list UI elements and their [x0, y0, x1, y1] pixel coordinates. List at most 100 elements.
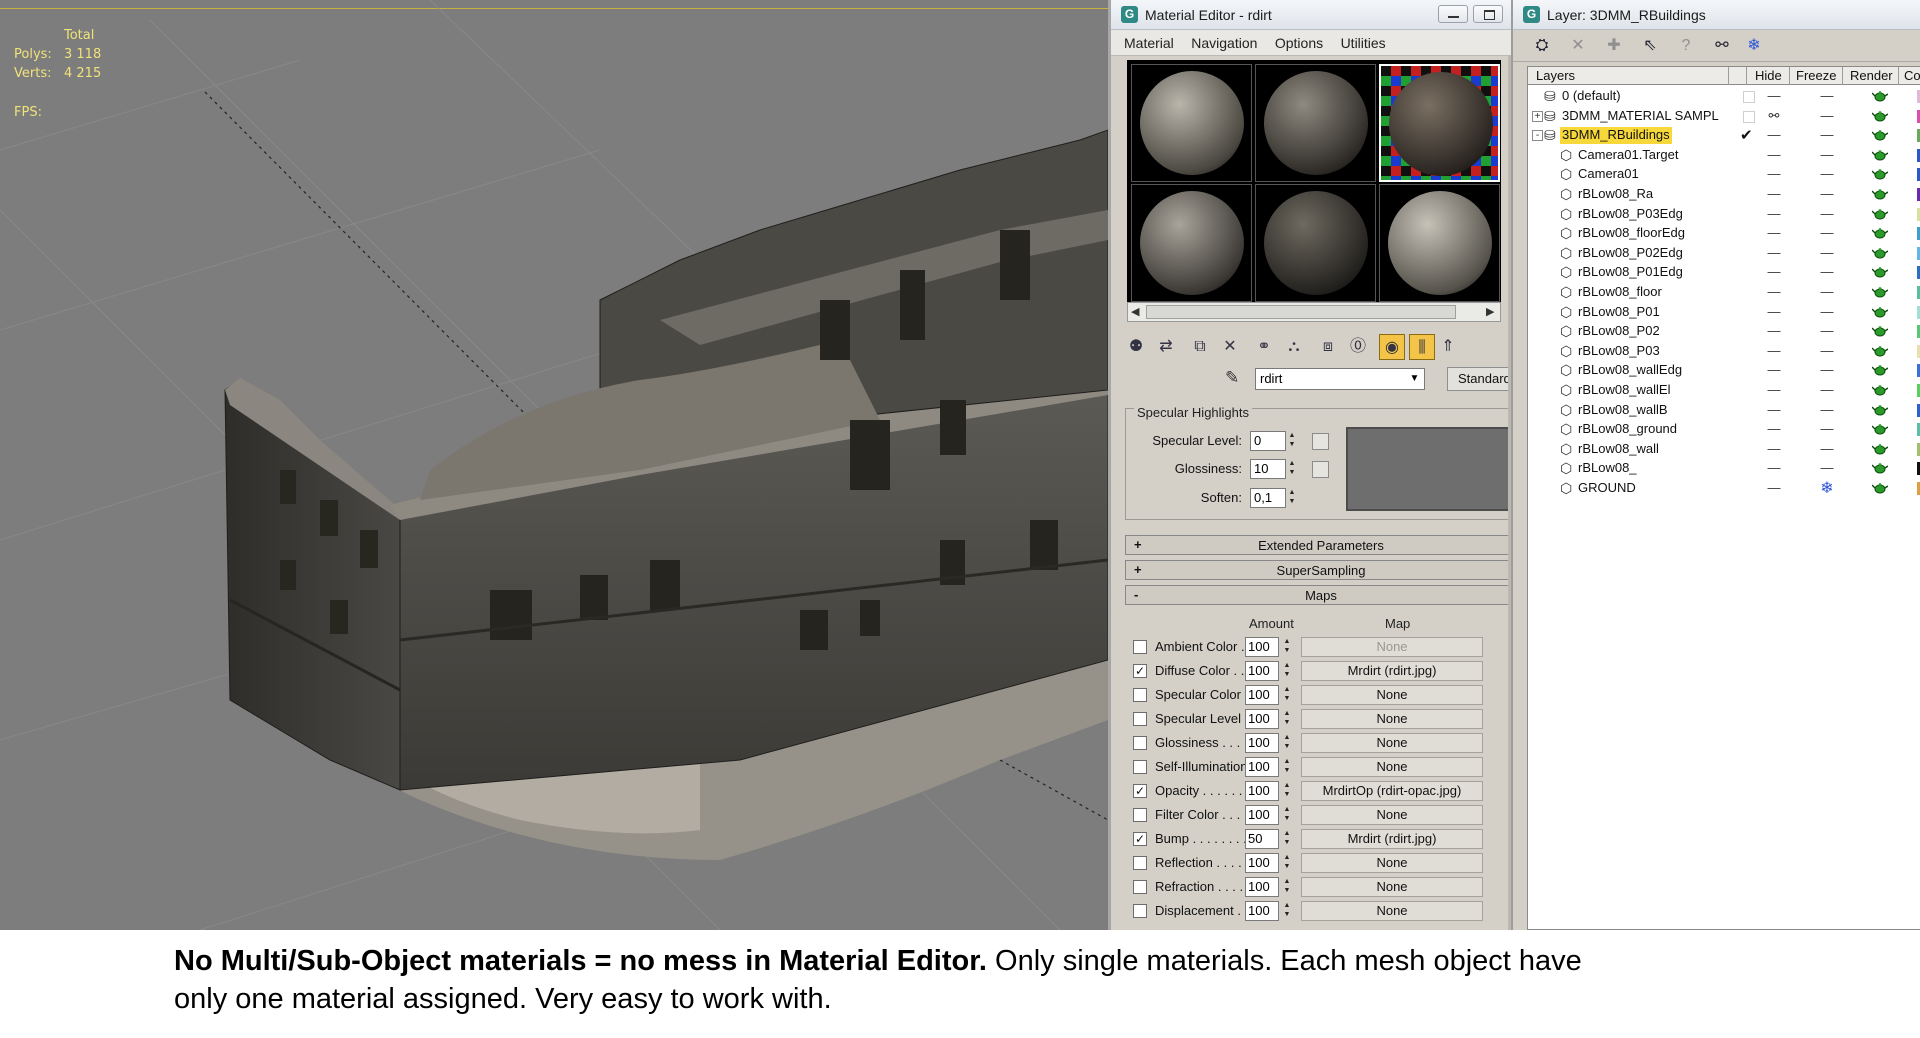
teapot-render-icon[interactable]	[1872, 227, 1888, 239]
make-unique-icon[interactable]: ⚭	[1251, 334, 1277, 360]
new-layer-icon[interactable]: ⛭	[1529, 34, 1555, 58]
hide-toggle[interactable]: —	[1763, 264, 1785, 279]
object-row[interactable]: ⬡ rBLow08_Ra — —	[1528, 185, 1920, 205]
scroll-left-icon[interactable]: ◀	[1131, 305, 1139, 318]
freeze-toggle[interactable]: —	[1816, 441, 1838, 456]
map-amount-input[interactable]: 100	[1245, 877, 1279, 897]
map-enable-checkbox[interactable]: ✓	[1133, 832, 1147, 846]
map-slot-button[interactable]: None	[1301, 685, 1483, 705]
map-slot-button[interactable]: None	[1301, 853, 1483, 873]
sample-slot-3-active[interactable]	[1379, 64, 1500, 182]
sample-slot-6[interactable]	[1379, 184, 1500, 302]
teapot-render-icon[interactable]	[1872, 188, 1888, 200]
hide-toggle[interactable]: —	[1763, 127, 1785, 142]
object-row[interactable]: ⬡ rBLow08_floorEdg — —	[1528, 224, 1920, 244]
hide-toggle[interactable]: —	[1763, 402, 1785, 417]
get-material-icon[interactable]: ⚉	[1123, 334, 1149, 360]
teapot-render-icon[interactable]	[1872, 443, 1888, 455]
column-color[interactable]: Co	[1904, 68, 1920, 83]
map-slot-button[interactable]: None	[1301, 901, 1483, 921]
hide-toggle[interactable]: —	[1763, 245, 1785, 260]
object-row[interactable]: ⬡ rBLow08_ground — —	[1528, 420, 1920, 440]
object-row[interactable]: ⬡ rBLow08_wallEl — —	[1528, 381, 1920, 401]
object-row[interactable]: ⬡ rBLow08_P03Edg — —	[1528, 205, 1920, 225]
spinner-arrows-icon[interactable]: ▲ ▼	[1281, 733, 1293, 753]
spinner-arrows-icon[interactable]: ▲ ▼	[1281, 709, 1293, 729]
map-amount-input[interactable]: 100	[1245, 709, 1279, 729]
object-row[interactable]: ⬡ rBLow08_wallB — —	[1528, 401, 1920, 421]
hide-toggle[interactable]: —	[1763, 323, 1785, 338]
freeze-toggle[interactable]: —	[1816, 206, 1838, 221]
eyedropper-icon[interactable]: ✎	[1225, 368, 1239, 388]
layer-name[interactable]: Camera01.Target	[1576, 147, 1680, 164]
layer-name[interactable]: GROUND	[1576, 480, 1638, 497]
freeze-toggle[interactable]: —	[1816, 245, 1838, 260]
layer-name[interactable]: 3DMM_MATERIAL SAMPL	[1560, 108, 1721, 125]
teapot-render-icon[interactable]	[1872, 110, 1888, 122]
hide-toggle[interactable]: —	[1763, 460, 1785, 475]
freeze-toggle[interactable]: —	[1816, 323, 1838, 338]
teapot-render-icon[interactable]	[1872, 482, 1888, 494]
rollout-maps[interactable]: - Maps	[1125, 585, 1517, 605]
teapot-render-icon[interactable]	[1872, 462, 1888, 474]
map-enable-checkbox[interactable]	[1133, 904, 1147, 918]
object-row[interactable]: ⬡ rBLow08_P02Edg — —	[1528, 244, 1920, 264]
layer-name[interactable]: rBLow08_Ra	[1576, 186, 1655, 203]
freeze-toggle[interactable]: —	[1816, 402, 1838, 417]
map-enable-checkbox[interactable]	[1133, 736, 1147, 750]
teapot-render-icon[interactable]	[1872, 286, 1888, 298]
layer-name[interactable]: rBLow08_floor	[1576, 284, 1664, 301]
hide-toggle[interactable]: —	[1763, 186, 1785, 201]
spinner-arrows-icon[interactable]: ▲ ▼	[1281, 877, 1293, 897]
put-to-scene-icon[interactable]: ⇄	[1153, 334, 1179, 360]
map-amount-input[interactable]: 100	[1245, 661, 1279, 681]
rollout-extended-parameters[interactable]: + Extended Parameters	[1125, 535, 1517, 555]
spinner-arrows-icon[interactable]: ▲ ▼	[1281, 901, 1293, 921]
scrollbar-thumb[interactable]	[1146, 305, 1456, 319]
glasses-hide-icon[interactable]: ⚯	[1709, 34, 1735, 58]
layer-name[interactable]: rBLow08_	[1576, 460, 1639, 477]
freeze-toggle[interactable]: —	[1816, 127, 1838, 142]
object-row[interactable]: ⬡ rBLow08_wallEdg — —	[1528, 361, 1920, 381]
map-slot-button[interactable]: Mrdirt (rdirt.jpg)	[1301, 661, 1483, 681]
highlight-layer-icon[interactable]: ?	[1673, 34, 1699, 58]
hide-toggle[interactable]: —	[1763, 343, 1785, 358]
freeze-toggle[interactable]: —	[1816, 343, 1838, 358]
object-row[interactable]: ⬡ rBLow08_P03 — —	[1528, 342, 1920, 362]
map-enable-checkbox[interactable]	[1133, 880, 1147, 894]
spinner-arrows-icon[interactable]: ▲ ▼	[1281, 853, 1293, 873]
current-layer-box[interactable]	[1743, 110, 1755, 123]
effects-channel-icon[interactable]: ⓪	[1345, 334, 1371, 360]
map-enable-checkbox[interactable]	[1133, 640, 1147, 654]
sample-slot-5[interactable]	[1255, 184, 1376, 302]
layer-name[interactable]: rBLow08_P01	[1576, 304, 1662, 321]
layer-name[interactable]: Camera01	[1576, 166, 1641, 183]
freeze-toggle[interactable]: —	[1816, 108, 1838, 123]
map-enable-checkbox[interactable]	[1133, 808, 1147, 822]
layer-name[interactable]: rBLow08_wall	[1576, 441, 1661, 458]
teapot-render-icon[interactable]	[1872, 345, 1888, 357]
spinner-arrows-icon[interactable]: ▲ ▼	[1286, 459, 1298, 479]
layer-manager-titlebar[interactable]: G Layer: 3DMM_RBuildings	[1513, 0, 1920, 30]
map-slot-button[interactable]: None	[1301, 757, 1483, 777]
freeze-toggle[interactable]: —	[1816, 362, 1838, 377]
hide-toggle[interactable]: —	[1763, 362, 1785, 377]
reset-map-icon[interactable]: ✕	[1217, 334, 1243, 360]
map-slot-button[interactable]: MrdirtOp (rdirt-opac.jpg)	[1301, 781, 1483, 801]
object-row[interactable]: ⬡ rBLow08_wall — —	[1528, 440, 1920, 460]
map-enable-checkbox[interactable]: ✓	[1133, 784, 1147, 798]
map-enable-checkbox[interactable]	[1133, 688, 1147, 702]
spinner-arrows-icon[interactable]: ▲ ▼	[1281, 685, 1293, 705]
freeze-toggle[interactable]: —	[1816, 421, 1838, 436]
column-render[interactable]: Render	[1850, 68, 1893, 83]
map-amount-input[interactable]: 100	[1245, 781, 1279, 801]
minimize-icon[interactable]	[1438, 5, 1468, 23]
freeze-toggle[interactable]: —	[1816, 147, 1838, 162]
freeze-toggle[interactable]: —	[1816, 284, 1838, 299]
layer-name[interactable]: 0 (default)	[1560, 88, 1623, 105]
layer-name[interactable]: rBLow08_wallEdg	[1576, 362, 1684, 379]
map-amount-input[interactable]: 100	[1245, 853, 1279, 873]
rollout-supersampling[interactable]: + SuperSampling	[1125, 560, 1517, 580]
freeze-toggle[interactable]: —	[1816, 304, 1838, 319]
layer-name[interactable]: rBLow08_ground	[1576, 421, 1679, 438]
